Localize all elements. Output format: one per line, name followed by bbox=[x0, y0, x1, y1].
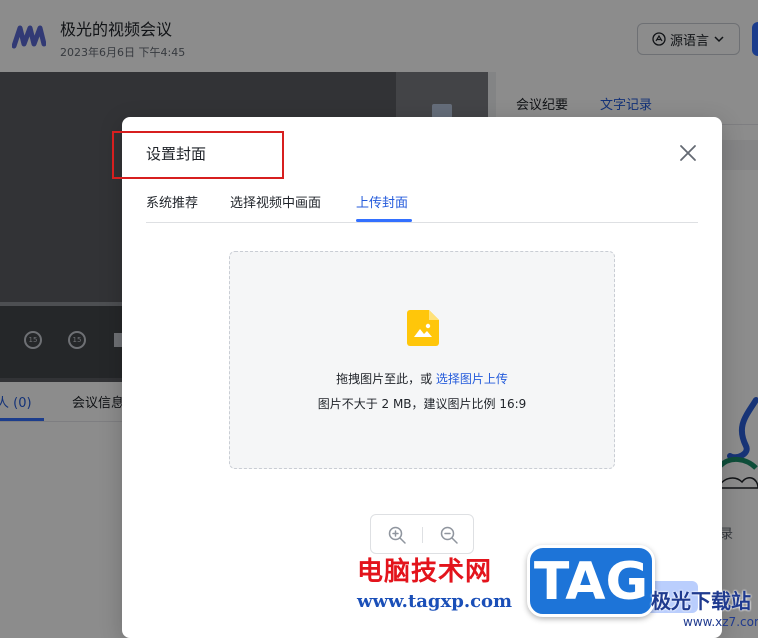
watermark-url: www.tagxp.com bbox=[357, 591, 513, 612]
zoom-in-icon[interactable] bbox=[387, 525, 407, 545]
upload-prompt-text: 拖拽图片至此，或 bbox=[336, 372, 433, 386]
watermark-tag-logo: TAG bbox=[527, 545, 655, 617]
image-file-icon bbox=[407, 310, 439, 346]
watermark-tag-text: TAG bbox=[533, 552, 649, 612]
select-image-link[interactable]: 选择图片上传 bbox=[436, 372, 508, 386]
upload-hint: 图片不大于 2 MB，建议图片比例 16:9 bbox=[317, 397, 527, 411]
upload-dropzone[interactable]: 拖拽图片至此，或 选择图片上传 图片不大于 2 MB，建议图片比例 16:9 bbox=[229, 251, 615, 469]
watermark-site-text: 极光下载站 bbox=[651, 589, 751, 613]
close-icon[interactable] bbox=[676, 141, 700, 165]
zoom-divider bbox=[422, 527, 423, 543]
watermark-cn-text: 电脑技术网 bbox=[357, 557, 493, 587]
dialog-title: 设置封面 bbox=[146, 145, 207, 163]
upload-prompt: 拖拽图片至此，或 选择图片上传 bbox=[230, 370, 614, 387]
tab-system-recommend[interactable]: 系统推荐 bbox=[146, 192, 198, 211]
tab-upload-cover[interactable]: 上传封面 bbox=[356, 192, 408, 211]
active-tab-indicator bbox=[356, 219, 412, 222]
tab-select-video-frame[interactable]: 选择视频中画面 bbox=[230, 192, 321, 211]
watermark-site-url: www.xz7.com bbox=[683, 615, 758, 629]
zoom-out-icon[interactable] bbox=[439, 525, 459, 545]
watermark: 电脑技术网 www.tagxp.com TAG 极光下载站 www.xz7.co… bbox=[355, 545, 758, 638]
cover-tabs: 系统推荐 选择视频中画面 上传封面 bbox=[146, 189, 698, 223]
